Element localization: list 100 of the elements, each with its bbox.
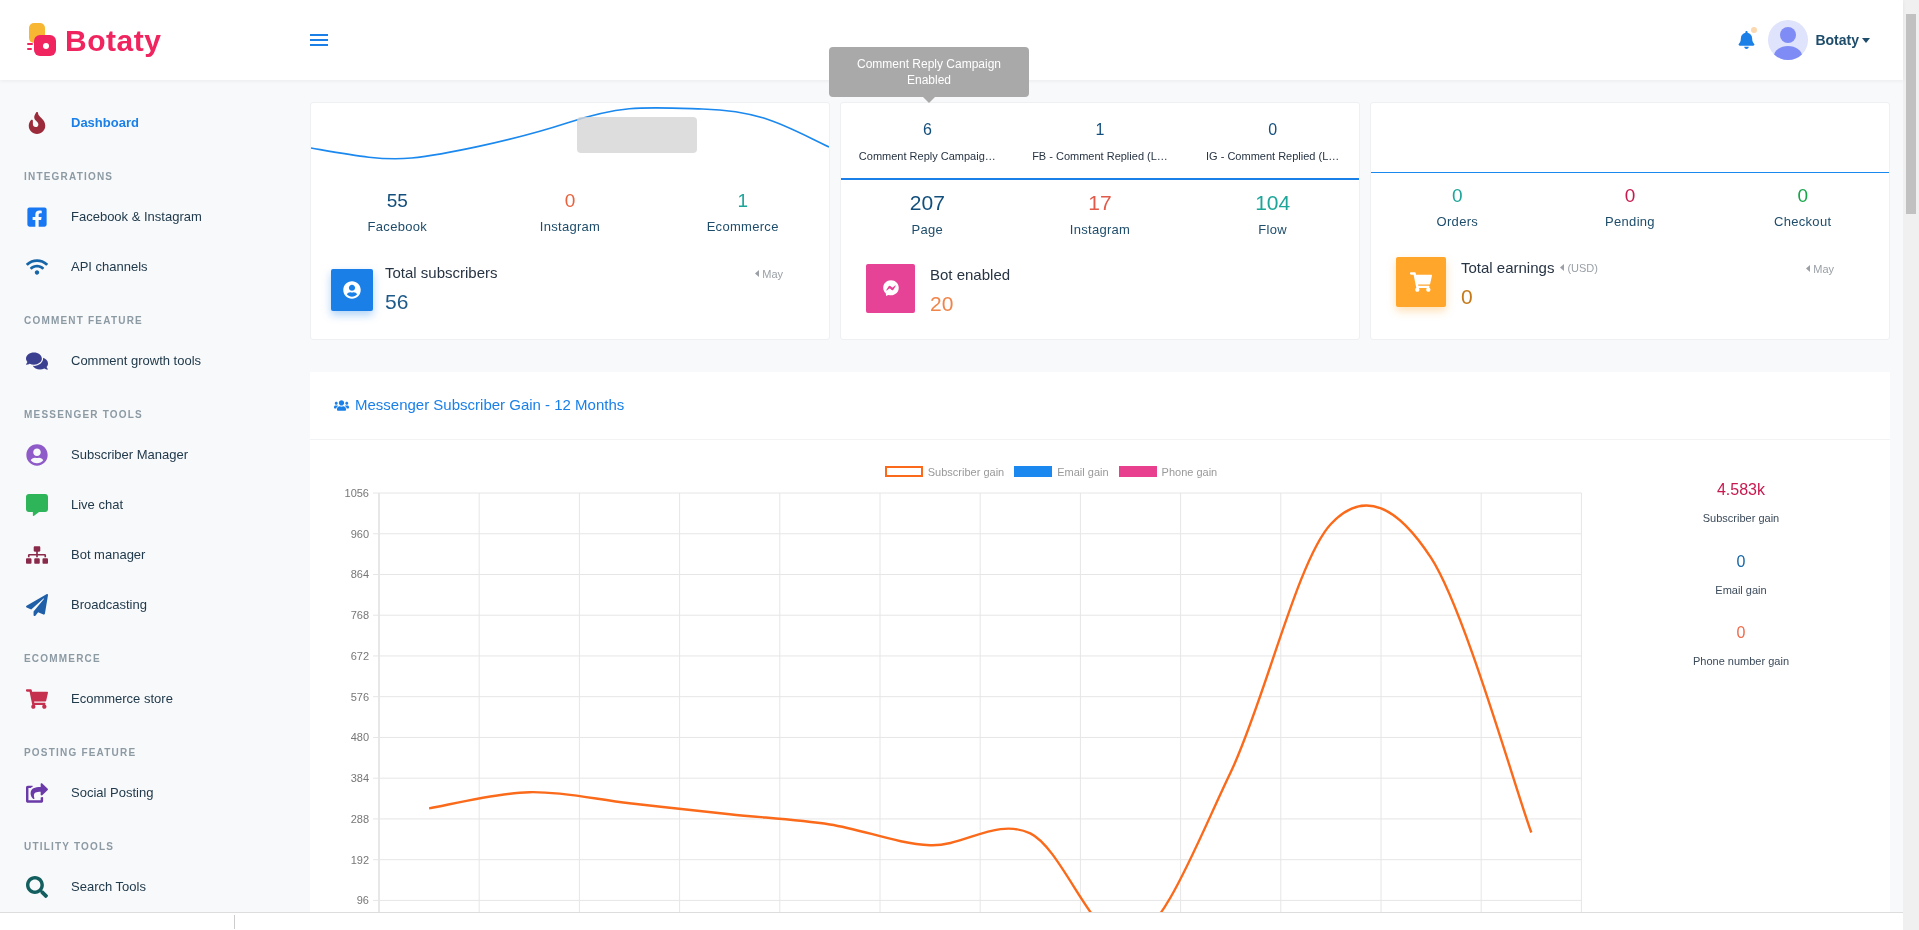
- total-label: Email gain: [1715, 582, 1767, 598]
- axis-tick-label: 768: [350, 609, 369, 622]
- axis-tick-label: 384: [350, 772, 369, 785]
- panel-title: Messenger Subscriber Gain - 12 Months: [355, 395, 625, 416]
- flame-icon: [26, 112, 48, 134]
- caret-icon: [755, 270, 760, 278]
- section-heading: UTILITY TOOLS: [24, 841, 115, 852]
- axis-tick-label: 96: [356, 894, 369, 907]
- sidebar-item[interactable]: API channels: [0, 242, 300, 292]
- legend-label: Phone gain: [1161, 464, 1218, 480]
- facebook-icon: [26, 206, 48, 228]
- section-heading: MESSENGER TOOLS: [24, 409, 143, 420]
- summary-title: Total subscribers: [385, 262, 498, 283]
- stat-value: 1: [737, 189, 748, 213]
- summary-title: Total earnings: [1461, 257, 1555, 278]
- stat-value: 55: [386, 189, 408, 213]
- person-icon: [1773, 24, 1804, 60]
- user-icon: [343, 280, 361, 299]
- share-icon: [26, 782, 48, 804]
- sidebar-item[interactable]: Dashboard: [0, 98, 300, 148]
- stat-value: 207: [909, 190, 945, 216]
- sidebar-item[interactable]: Facebook & Instagram: [0, 192, 300, 242]
- user-menu[interactable]: Botaty: [1815, 29, 1870, 51]
- bell-icon: [1737, 31, 1755, 49]
- axis-tick-label: 864: [350, 568, 369, 581]
- section-heading: POSTING FEATURE: [24, 747, 137, 758]
- axis-tick-label: 672: [350, 649, 369, 662]
- tooltip-arrow: [923, 97, 935, 103]
- paper-plane-icon: [26, 594, 48, 616]
- axis-tick-label: 1056: [344, 487, 369, 499]
- cart-icon: [1410, 270, 1432, 293]
- total-label: Subscriber gain: [1702, 511, 1780, 526]
- total-value: 4.583k: [1716, 480, 1765, 500]
- stat-label: Checkout: [1774, 213, 1832, 231]
- total-label: Phone number gain: [1693, 654, 1789, 669]
- cart-icon: [26, 688, 48, 710]
- period-label: May: [755, 265, 783, 282]
- logo-icon: [27, 23, 59, 57]
- stat-value: 0: [1268, 120, 1278, 140]
- messenger-icon: [882, 280, 899, 296]
- section-heading: COMMENT FEATURE: [24, 315, 143, 326]
- stat-value: 0: [1452, 184, 1463, 208]
- tooltip: Comment Reply Campaign Enabled: [829, 47, 1029, 97]
- section-heading: ECOMMERCE: [24, 653, 101, 664]
- stat-value: 0: [1797, 184, 1808, 208]
- user-icon: [26, 444, 48, 466]
- currency-label: (USD): [1560, 259, 1598, 276]
- brand-name: Botaty: [65, 22, 162, 59]
- axis-tick-label: 288: [350, 812, 369, 825]
- stat-label: Flow: [1258, 221, 1287, 239]
- sidebar-item[interactable]: Search Tools: [0, 862, 300, 912]
- summary-value: 56: [385, 289, 410, 315]
- users-icon: [334, 398, 349, 413]
- sidebar-item[interactable]: Subscriber Manager: [0, 430, 300, 480]
- total-value: 0: [1736, 623, 1746, 643]
- menu-button[interactable]: [310, 32, 328, 48]
- scrollbar-thumb[interactable]: [1906, 14, 1916, 214]
- axis-tick-label: 576: [350, 690, 369, 703]
- stat-value: 1: [1095, 120, 1105, 140]
- chat-bubbles-icon: [26, 350, 48, 372]
- stat-value: 0: [1624, 184, 1636, 208]
- stat-value: 0: [564, 189, 576, 213]
- sidebar-item[interactable]: Ecommerce store: [0, 674, 300, 724]
- sidebar-item[interactable]: Broadcasting: [0, 580, 300, 630]
- axis-tick-label: 192: [350, 853, 369, 866]
- search-icon: [26, 876, 48, 898]
- caret-icon: [1862, 37, 1870, 43]
- stat-label: Instagram: [539, 218, 601, 236]
- section-heading: INTEGRATIONS: [24, 171, 114, 182]
- axis-tick-label: 480: [350, 731, 369, 744]
- sidebar-item[interactable]: Live chat: [0, 480, 300, 530]
- stat-value: 17: [1088, 190, 1112, 216]
- stat-label: Ecommerce: [706, 218, 779, 236]
- stat-value: 104: [1255, 190, 1291, 216]
- stat-label: Pending: [1605, 213, 1655, 231]
- sidebar-item[interactable]: Bot manager: [0, 530, 300, 580]
- scrollbar[interactable]: [1903, 0, 1919, 930]
- avatar[interactable]: [1768, 20, 1809, 60]
- axis-tick-label: 960: [350, 527, 369, 540]
- stat-label: IG - Comment Replied (L…: [1206, 149, 1340, 164]
- period-label: May: [1806, 260, 1834, 277]
- summary-value: 0: [1461, 284, 1474, 310]
- sidebar-item[interactable]: Social Posting: [0, 768, 300, 818]
- legend-label: Email gain: [1057, 464, 1109, 480]
- stat-label: FB - Comment Replied (L…: [1032, 149, 1168, 164]
- total-value: 0: [1736, 551, 1746, 572]
- sitemap-icon: [26, 544, 48, 566]
- summary-title: Bot enabled: [930, 264, 1011, 285]
- stat-label: Page: [911, 221, 944, 239]
- chat-icon: [26, 494, 48, 516]
- caret-icon: [1560, 264, 1565, 272]
- legend-label: Subscriber gain: [927, 464, 1005, 480]
- stat-value: 6: [922, 120, 932, 140]
- caret-icon: [1806, 265, 1811, 273]
- stat-label: Comment Reply Campaig…: [858, 149, 996, 164]
- sidebar-item[interactable]: Comment growth tools: [0, 336, 300, 386]
- stat-label: Instagram: [1069, 221, 1131, 239]
- stat-label: Orders: [1436, 213, 1479, 231]
- stat-label: Facebook: [367, 218, 428, 236]
- summary-value: 20: [930, 291, 955, 317]
